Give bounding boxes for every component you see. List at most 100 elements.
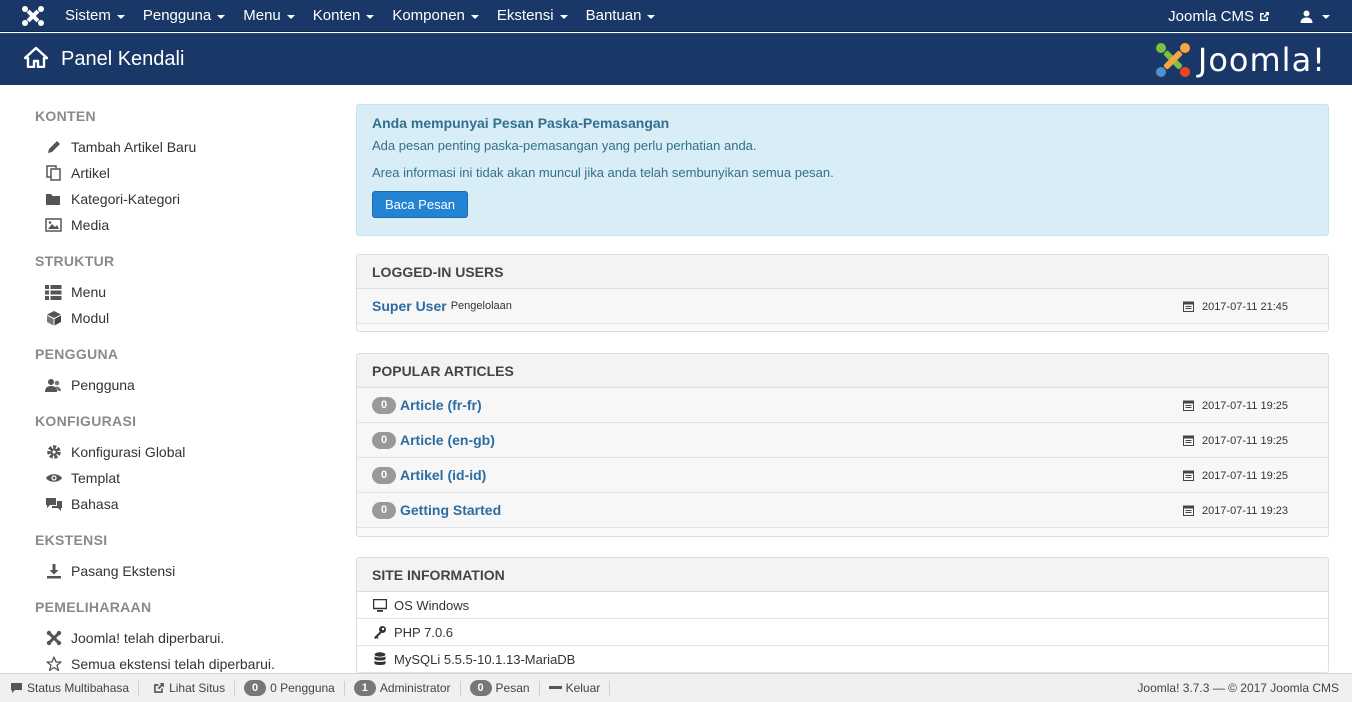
user-link[interactable]: Super User <box>372 298 447 314</box>
site-name-link[interactable]: Joomla CMS <box>1168 8 1270 25</box>
sidebar-item-label: Kategori-Kategori <box>71 191 180 207</box>
site-info-text: PHP 7.0.6 <box>394 624 454 640</box>
login-date: 2017-07-11 21:45 <box>1182 289 1288 324</box>
caret-down-icon <box>217 15 226 19</box>
joomla-brand: Joomla! <box>1154 40 1326 80</box>
calendar-icon <box>1182 505 1194 516</box>
caret-down-icon <box>647 15 656 19</box>
download-icon <box>44 563 63 580</box>
menu-menu[interactable]: Menu <box>234 0 304 32</box>
sidebar-item-tambah-artikel[interactable]: Tambah Artikel Baru <box>44 137 196 157</box>
hits-badge: 0 <box>372 431 396 449</box>
sidebar-item-kategori[interactable]: Kategori-Kategori <box>44 189 180 209</box>
users-icon <box>44 377 63 394</box>
comments-icon <box>44 496 63 513</box>
post-install-alert: Anda mempunyai Pesan Paska-Pemasangan Ad… <box>356 104 1329 236</box>
top-navbar: Sistem Pengguna Menu Konten Komponen Eks… <box>0 0 1352 32</box>
article-date: 2017-07-11 19:25 <box>1182 423 1288 458</box>
external-link-icon <box>154 683 164 693</box>
user-menu[interactable] <box>1300 10 1330 23</box>
cog-icon <box>44 444 63 461</box>
external-link-icon <box>1260 11 1269 21</box>
messages-link[interactable]: 0 Pesan <box>461 680 540 696</box>
alert-title: Anda mempunyai Pesan Paska-Pemasangan <box>372 115 670 131</box>
site-info-text: OS Windows <box>394 597 470 613</box>
sidebar-item-label: Menu <box>71 284 107 300</box>
table-row: 0 Article (fr-fr) 2017-07-11 19:25 <box>357 388 1328 423</box>
minus-icon <box>548 686 562 689</box>
article-link[interactable]: Artikel (id-id) <box>400 467 486 483</box>
article-link[interactable]: Getting Started <box>400 502 501 518</box>
hits-badge: 0 <box>372 396 396 414</box>
home-icon <box>24 46 48 68</box>
menu-bantuan[interactable]: Bantuan <box>577 0 665 32</box>
sidebar-item-joomla-update[interactable]: Joomla! telah diperbarui. <box>44 628 224 648</box>
sidebar-item-label: Artikel <box>71 165 110 181</box>
sidebar-item-label: Modul <box>71 310 110 326</box>
sidebar-item-extensions-update[interactable]: Semua ekstensi telah diperbarui. <box>44 654 275 674</box>
sidebar-item-menu[interactable]: Menu <box>44 282 106 302</box>
monitor-icon <box>372 598 388 612</box>
cube-icon <box>44 310 63 327</box>
panel-title: LOGGED-IN USERS <box>357 255 1328 289</box>
sidebar-item-label: Media <box>71 217 110 233</box>
joomla-icon <box>44 630 63 647</box>
table-row: Super User Pengelolaan 2017-07-11 21:45 <box>357 289 1328 324</box>
sidebar-section-pengguna: PENGGUNA <box>35 346 119 362</box>
sidebar-item-pengguna[interactable]: Pengguna <box>44 375 135 395</box>
menu-ekstensi[interactable]: Ekstensi <box>488 0 577 32</box>
menu-label: Menu <box>243 7 281 24</box>
menu-konten[interactable]: Konten <box>304 0 384 32</box>
date-text: 2017-07-11 21:45 <box>1201 300 1288 313</box>
sidebar-section-ekstensi: EKSTENSI <box>35 532 108 548</box>
caret-down-icon <box>470 15 479 19</box>
sidebar-item-bahasa[interactable]: Bahasa <box>44 494 118 514</box>
sidebar-item-label: Konfigurasi Global <box>71 444 186 460</box>
table-row: 0 Artikel (id-id) 2017-07-11 19:25 <box>357 458 1328 493</box>
date-text: 2017-07-11 19:23 <box>1201 504 1288 517</box>
article-link[interactable]: Article (en-gb) <box>400 432 495 448</box>
status-label: 0 Pengguna <box>270 681 335 695</box>
status-label: Pesan <box>495 681 530 695</box>
caret-down-icon <box>286 15 295 19</box>
users-count-badge: 0 <box>244 680 267 696</box>
menu-label: Bantuan <box>585 7 642 24</box>
sidebar-item-konfigurasi-global[interactable]: Konfigurasi Global <box>44 442 185 462</box>
sidebar-item-label: Tambah Artikel Baru <box>71 139 197 155</box>
menu-sistem[interactable]: Sistem <box>56 0 134 32</box>
menu-pengguna[interactable]: Pengguna <box>134 0 234 32</box>
multilang-status-link[interactable]: Status Multibahasa <box>0 680 140 696</box>
article-link[interactable]: Article (fr-fr) <box>400 397 482 413</box>
read-messages-button[interactable]: Baca Pesan <box>372 191 468 218</box>
joomla-logo-icon[interactable] <box>20 5 46 27</box>
sidebar-item-pasang-ekstensi[interactable]: Pasang Ekstensi <box>44 561 175 581</box>
messages-count-badge: 0 <box>469 680 492 696</box>
sidebar-item-label: Pengguna <box>71 377 135 393</box>
status-label: Lihat Situs <box>169 681 226 695</box>
sidebar-section-konten: KONTEN <box>35 108 96 124</box>
logout-link[interactable]: Keluar <box>540 680 611 696</box>
status-label: Status Multibahasa <box>27 681 130 695</box>
caret-down-icon <box>1322 15 1330 19</box>
sidebar-item-media[interactable]: Media <box>44 215 109 235</box>
online-users-link[interactable]: 0 0 Pengguna <box>235 680 345 696</box>
menu-label: Pengguna <box>142 7 212 24</box>
sidebar-item-label: Pasang Ekstensi <box>71 563 176 579</box>
site-information-panel: SITE INFORMATION OS Windows PHP 7.0.6 My… <box>356 557 1329 673</box>
sidebar-item-label: Joomla! telah diperbarui. <box>71 630 225 646</box>
sidebar-item-label: Semua ekstensi telah diperbarui. <box>71 656 275 672</box>
sidebar-item-label: Templat <box>71 470 121 486</box>
sidebar-item-modul[interactable]: Modul <box>44 308 109 328</box>
calendar-icon <box>1182 400 1194 411</box>
hits-badge: 0 <box>372 501 396 519</box>
sidebar-item-artikel[interactable]: Artikel <box>44 163 110 183</box>
view-site-link[interactable]: Lihat Situs <box>139 680 236 696</box>
menu-komponen[interactable]: Komponen <box>383 0 488 32</box>
menu-label: Komponen <box>392 7 465 24</box>
sidebar-item-templat[interactable]: Templat <box>44 468 120 488</box>
copy-icon <box>44 165 63 182</box>
menu-label: Konten <box>312 7 361 24</box>
admin-users-link[interactable]: 1 Administrator <box>345 680 461 696</box>
copyright-text: Joomla! 3.7.3 — © 2017 Joomla CMS <box>1137 681 1339 695</box>
site-info-text: MySQLi 5.5.5-10.1.13-MariaDB <box>394 651 576 667</box>
